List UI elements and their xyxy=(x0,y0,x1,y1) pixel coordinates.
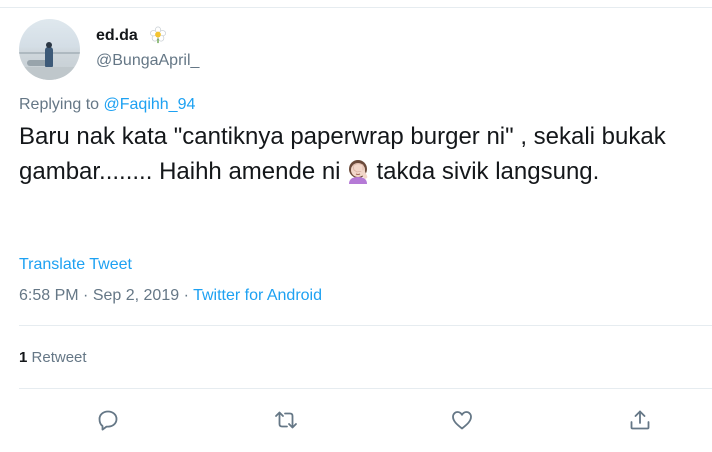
replying-to-link[interactable]: @Faqihh_94 xyxy=(104,96,196,113)
tweet-text: Baru nak kata "cantiknya paperwrap burge… xyxy=(19,119,689,189)
divider xyxy=(19,325,712,326)
tweet-date[interactable]: Sep 2, 2019 xyxy=(93,287,179,304)
share-button[interactable] xyxy=(626,406,654,434)
tweet-source-link[interactable]: Twitter for Android xyxy=(193,287,322,304)
retweet-count: 1 xyxy=(19,349,28,366)
retweet-button[interactable] xyxy=(272,406,300,434)
comment-icon xyxy=(98,410,118,431)
like-button[interactable] xyxy=(448,406,476,434)
user-handle[interactable]: @BungaApril_ xyxy=(96,52,199,70)
tweet-time[interactable]: 6:58 PM xyxy=(19,287,79,304)
avatar[interactable] xyxy=(19,19,80,80)
top-border xyxy=(0,7,712,8)
tweet-meta: 6:58 PM · Sep 2, 2019 · Twitter for Andr… xyxy=(19,287,322,305)
replying-to: Replying to @Faqihh_94 xyxy=(19,96,195,114)
avatar-sand xyxy=(19,67,80,80)
blossom-icon xyxy=(149,26,167,44)
heart-icon xyxy=(452,411,472,430)
woman-facepalming-icon xyxy=(348,160,367,184)
replying-to-label: Replying to xyxy=(19,96,100,113)
avatar-person xyxy=(45,47,53,67)
avatar-head xyxy=(46,42,52,48)
display-name[interactable]: ed.da xyxy=(96,27,138,45)
retweet-icon xyxy=(275,411,297,429)
translate-tweet-link[interactable]: Translate Tweet xyxy=(19,256,132,274)
divider xyxy=(19,388,712,389)
retweet-stats-label: Retweet xyxy=(31,349,87,366)
meta-separator: · xyxy=(83,287,89,304)
retweet-stats[interactable]: 1 Retweet xyxy=(19,349,87,366)
share-icon xyxy=(630,410,650,430)
reply-button[interactable] xyxy=(94,406,122,434)
tweet-text-part2: takda sivik langsung. xyxy=(376,158,600,185)
meta-separator: · xyxy=(183,287,189,304)
